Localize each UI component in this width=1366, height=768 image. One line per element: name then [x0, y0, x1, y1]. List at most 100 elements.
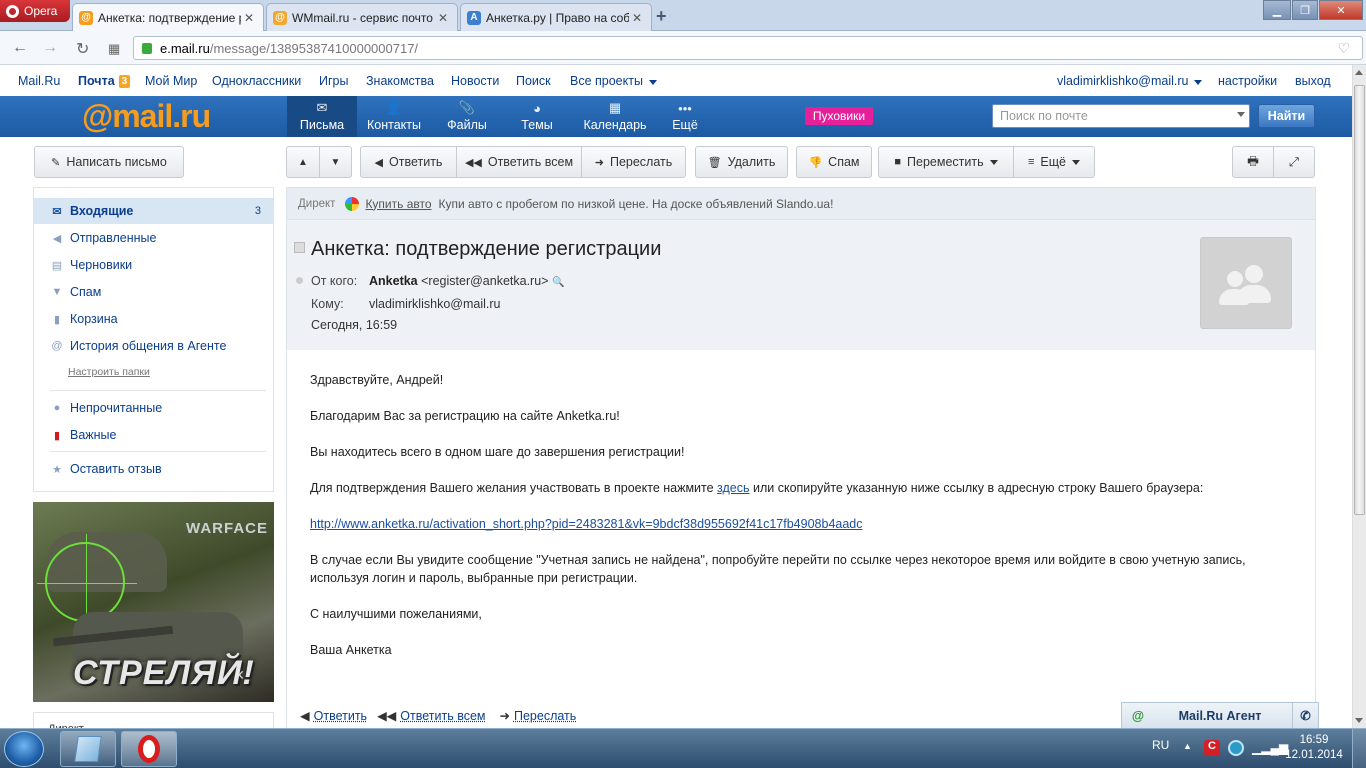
anketka-icon: A: [467, 11, 481, 25]
bottom-reply-all-link[interactable]: ◀◀ Ответить всем: [377, 708, 485, 723]
spam-button[interactable]: 👎 Спам: [796, 146, 872, 178]
notepad-icon: [74, 736, 102, 762]
folder-drafts[interactable]: ▤ Черновики: [34, 252, 273, 278]
close-tab-icon[interactable]: ✕: [629, 11, 645, 25]
message-header: Анкетка: подтверждение регистрации От ко…: [286, 220, 1316, 350]
signal-icon[interactable]: ▁▂▄▆: [1252, 741, 1288, 755]
user-menu[interactable]: vladimirklishko@mail.ru: [1057, 74, 1202, 88]
forward-button[interactable]: ➜ Переслать: [581, 146, 686, 178]
network-app-icon[interactable]: [1228, 740, 1244, 756]
bottom-forward-link[interactable]: ➜ Переслать: [500, 708, 577, 723]
nav-calendar[interactable]: ▦ Календарь: [579, 96, 651, 137]
portal-link-all-projects[interactable]: Все проекты: [570, 74, 657, 88]
magnifier-icon[interactable]: 🔍: [552, 277, 564, 288]
filter-important[interactable]: ▮ Важные: [34, 422, 273, 448]
nav-more[interactable]: ••• Ещё: [650, 96, 720, 137]
nav-files[interactable]: 📎 Файлы: [432, 96, 502, 137]
folder-inbox[interactable]: ✉ Входящие 3: [34, 198, 273, 224]
scroll-thumb[interactable]: [1354, 85, 1365, 515]
speed-dial-icon[interactable]: ▦: [108, 41, 120, 57]
setup-folders-link[interactable]: Настроить папки: [68, 366, 150, 378]
bottom-reply-link[interactable]: ◀ Ответить: [300, 708, 367, 723]
lock-icon: [142, 43, 152, 54]
portal-link-dating[interactable]: Знакомства: [366, 74, 434, 88]
browser-tab-active[interactable]: @ Анкетка: подтверждение р ✕: [72, 3, 264, 31]
taskbar-notes-app[interactable]: [60, 731, 116, 767]
opera-menu-button[interactable]: Opera: [0, 0, 70, 22]
phone-icon[interactable]: ✆: [1292, 703, 1318, 729]
folder-spam[interactable]: ▼ Спам: [34, 279, 273, 305]
portal-link-mail[interactable]: Почта 3: [78, 74, 130, 88]
expand-button[interactable]: ⤢: [1273, 146, 1315, 178]
mailru-logo[interactable]: @mail.ru: [82, 98, 210, 135]
chevron-down-icon[interactable]: [1237, 112, 1245, 117]
reload-icon[interactable]: ↻: [76, 39, 89, 59]
portal-link-mailru[interactable]: Mail.Ru: [18, 74, 60, 88]
vertical-scrollbar[interactable]: [1352, 65, 1366, 728]
arrow-down-icon: ▼: [331, 157, 341, 168]
move-button[interactable]: ■ Переместить: [878, 146, 1013, 178]
activation-link-here[interactable]: здесь: [717, 481, 749, 495]
promo-button[interactable]: Пуховики: [805, 107, 873, 125]
new-tab-icon[interactable]: +: [656, 6, 667, 27]
compose-button[interactable]: ✎ Написать письмо: [34, 146, 184, 178]
folder-sent[interactable]: ◀ Отправленные: [34, 225, 273, 251]
windows-taskbar: RU ▲ C ▁▂▄▆ 16:59 12.01.2014: [0, 728, 1366, 768]
nav-themes[interactable]: ◕ Темы: [502, 96, 572, 137]
close-tab-icon[interactable]: ✕: [435, 11, 451, 25]
portal-link-search[interactable]: Поиск: [516, 74, 551, 88]
portal-link-games[interactable]: Игры: [319, 74, 348, 88]
reply-button[interactable]: ◀ Ответить: [360, 146, 456, 178]
bookmark-icon[interactable]: ♡: [1337, 40, 1354, 57]
language-indicator[interactable]: RU: [1152, 738, 1169, 752]
mailru-agent-bar[interactable]: @ Mail.Ru Агент ✆: [1121, 702, 1319, 728]
tray-arrow-icon[interactable]: ▲: [1183, 741, 1192, 751]
ad-link[interactable]: Купить авто: [365, 197, 431, 211]
sender-email[interactable]: <register@anketka.ru>: [421, 274, 548, 288]
flag-icon[interactable]: [294, 242, 305, 253]
read-status-icon[interactable]: [296, 277, 303, 284]
envelope-icon: ✉: [317, 100, 328, 116]
show-desktop-button[interactable]: [1352, 729, 1366, 768]
warface-ad-banner[interactable]: WARFACE СТРЕЛЯЙ! ‹: [33, 502, 274, 702]
maximize-icon[interactable]: ❐: [1292, 0, 1318, 20]
portal-link-ok[interactable]: Одноклассники: [212, 74, 301, 88]
taskbar-opera-app[interactable]: [121, 731, 177, 767]
forward-icon[interactable]: →: [42, 39, 58, 57]
feedback-link[interactable]: ★ Оставить отзыв: [34, 456, 273, 482]
logout-link[interactable]: выход: [1295, 74, 1331, 88]
scroll-down-icon[interactable]: [1355, 718, 1363, 723]
portal-link-news[interactable]: Новости: [451, 74, 499, 88]
reply-all-button[interactable]: ◀◀ Ответить всем: [456, 146, 581, 178]
browser-tab[interactable]: @ WMmail.ru - сервис почто ✕: [266, 3, 458, 31]
search-button[interactable]: Найти: [1258, 104, 1315, 128]
folder-agent-history[interactable]: @ История общения в Агенте: [34, 333, 273, 359]
system-clock[interactable]: 16:59 12.01.2014: [1285, 733, 1343, 763]
antivirus-icon[interactable]: C: [1204, 740, 1220, 756]
browser-tab[interactable]: A Анкетка.ру | Право на соб ✕: [460, 3, 652, 31]
filter-unread[interactable]: ● Непрочитанные: [34, 395, 273, 421]
delete-button[interactable]: 🗑 Удалить: [695, 146, 788, 178]
to-row: Кому: vladimirklishko@mail.ru: [311, 297, 500, 311]
nav-letters[interactable]: ✉ Письма: [287, 96, 357, 137]
scroll-up-icon[interactable]: [1355, 70, 1363, 75]
minimize-icon[interactable]: ▁: [1263, 0, 1291, 20]
chevron-down-icon: [649, 80, 657, 85]
chevron-left-icon[interactable]: ‹: [238, 664, 244, 685]
portal-link-mymir[interactable]: Мой Мир: [145, 74, 197, 88]
windows-start-button[interactable]: [4, 731, 44, 767]
sender-name[interactable]: Anketka: [369, 274, 418, 288]
activation-url-link[interactable]: http://www.anketka.ru/activation_short.p…: [310, 517, 863, 531]
close-tab-icon[interactable]: ✕: [241, 11, 257, 25]
prev-message-button[interactable]: ▲: [286, 146, 319, 178]
nav-contacts[interactable]: 👤 Контакты: [359, 96, 429, 137]
print-button[interactable]: 🖶: [1232, 146, 1273, 178]
url-field[interactable]: e.mail.ru/message/13895387410000000717/ …: [133, 36, 1363, 60]
back-icon[interactable]: ←: [12, 39, 28, 57]
mail-search-input[interactable]: Поиск по почте: [992, 104, 1250, 128]
folder-trash[interactable]: ▮ Корзина: [34, 306, 273, 332]
more-button[interactable]: ≡ Ещё: [1013, 146, 1095, 178]
close-window-icon[interactable]: ✕: [1319, 0, 1363, 20]
next-message-button[interactable]: ▼: [319, 146, 352, 178]
settings-link[interactable]: настройки: [1218, 74, 1277, 88]
